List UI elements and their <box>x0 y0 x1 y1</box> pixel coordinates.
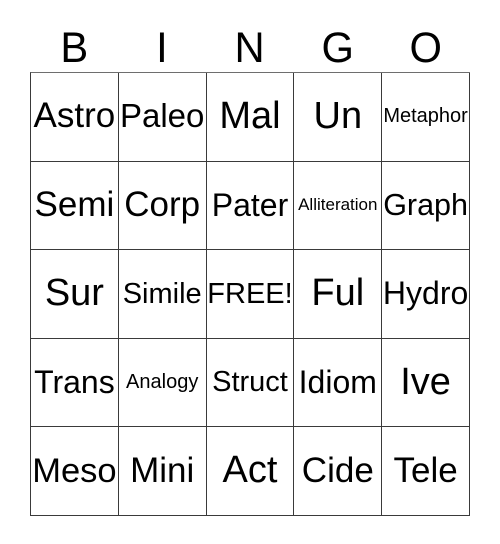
bingo-header-letter-b: B <box>30 16 118 72</box>
bingo-grid: Astro Paleo Mal Un Metaphor Semi Corp Pa… <box>30 72 470 516</box>
bingo-header-letter-n: N <box>206 16 294 72</box>
bingo-cell[interactable]: Analogy <box>118 338 207 428</box>
bingo-cell-label: Hydro <box>382 275 469 312</box>
header-letter-text: O <box>409 24 443 72</box>
bingo-cell[interactable]: Trans <box>31 338 119 428</box>
bingo-cell[interactable]: Graph <box>382 161 470 251</box>
bingo-cell[interactable]: Corp <box>118 161 207 251</box>
bingo-cell[interactable]: Sur <box>31 250 119 339</box>
bingo-cell[interactable]: Astro <box>31 73 119 162</box>
bingo-cell-label: Simile <box>122 277 202 310</box>
bingo-cell-label: Alliteration <box>298 195 378 215</box>
bingo-header: B I N G O <box>30 16 470 72</box>
bingo-cell[interactable]: Mini <box>118 427 207 516</box>
bingo-cell-label: Ful <box>311 272 365 315</box>
bingo-cell[interactable]: Idiom <box>294 338 383 428</box>
bingo-cell-label: Trans <box>34 363 115 400</box>
bingo-cell[interactable]: Cide <box>294 427 383 516</box>
bingo-cell[interactable]: Tele <box>382 427 470 516</box>
bingo-cell-label: Metaphor <box>383 105 468 128</box>
header-letter-text: N <box>234 24 266 72</box>
bingo-cell-label: Idiom <box>298 363 377 400</box>
bingo-cell-label: Pater <box>211 186 289 223</box>
bingo-cell[interactable]: Mal <box>206 73 295 162</box>
bingo-cell[interactable]: Hydro <box>382 250 470 339</box>
bingo-header-letter-i: I <box>118 16 206 72</box>
bingo-cell[interactable]: Ful <box>294 250 383 339</box>
bingo-cell-label: Act <box>222 449 278 492</box>
bingo-cell[interactable]: Pater <box>206 161 295 251</box>
bingo-header-letter-g: G <box>294 16 382 72</box>
bingo-card: B I N G O Astro Paleo Mal Un Metaphor Se… <box>0 0 500 544</box>
header-letter-text: B <box>60 24 88 72</box>
bingo-cell-label: Tele <box>393 450 458 490</box>
bingo-cell-free[interactable]: FREE! <box>206 250 295 339</box>
bingo-cell[interactable]: Semi <box>31 161 119 251</box>
header-letter-text: I <box>156 24 168 72</box>
bingo-cell[interactable]: Alliteration <box>294 161 383 251</box>
bingo-cell-label: Mal <box>219 94 281 137</box>
bingo-cell-label: Meso <box>32 452 117 491</box>
bingo-cell[interactable]: Paleo <box>118 73 207 162</box>
bingo-cell-label: Semi <box>34 185 115 225</box>
bingo-cell-label: Sur <box>44 272 104 315</box>
bingo-cell-label: Graph <box>383 188 468 223</box>
bingo-cell[interactable]: Struct <box>206 338 295 428</box>
bingo-cell-label: Mini <box>130 450 195 490</box>
bingo-cell[interactable]: Meso <box>31 427 119 516</box>
bingo-cell[interactable]: Simile <box>118 250 207 339</box>
bingo-cell-label: Ive <box>400 360 451 403</box>
bingo-cell[interactable]: Metaphor <box>382 73 470 162</box>
bingo-header-letter-o: O <box>382 16 470 72</box>
bingo-cell[interactable]: Un <box>294 73 383 162</box>
bingo-cell-label: Paleo <box>119 97 205 135</box>
bingo-cell-label: Un <box>313 94 363 137</box>
header-letter-text: G <box>321 24 355 72</box>
bingo-cell-label: Astro <box>33 96 116 136</box>
bingo-cell-label: Cide <box>301 450 374 490</box>
bingo-cell[interactable]: Ive <box>382 338 470 428</box>
bingo-cell-label: Struct <box>212 366 288 399</box>
bingo-cell-label: Analogy <box>126 371 199 394</box>
bingo-cell-label: Corp <box>124 185 201 225</box>
bingo-cell[interactable]: Act <box>206 427 295 516</box>
bingo-free-label: FREE! <box>207 277 293 310</box>
